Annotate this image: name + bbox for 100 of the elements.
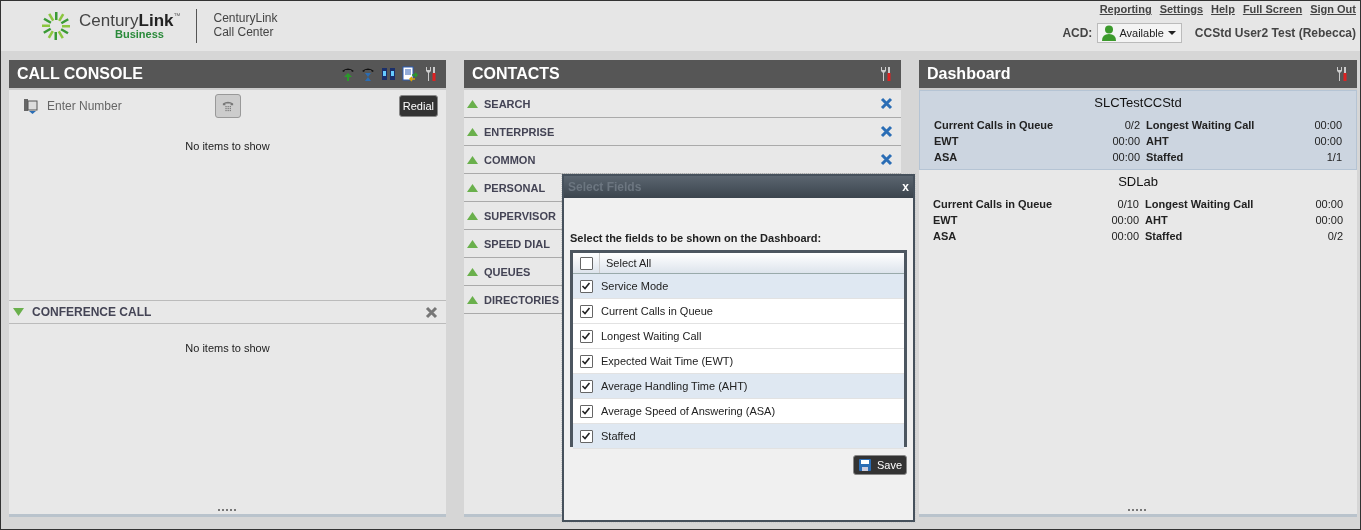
close-button[interactable]: x (902, 180, 909, 194)
field-label: Current Calls in Queue (600, 305, 713, 317)
phone-hourglass-icon[interactable] (361, 66, 375, 82)
section-title[interactable]: DIRECTORIES (484, 293, 559, 306)
logo-icon (41, 11, 71, 41)
stat-value: 1/1 (1325, 151, 1342, 163)
stat-label: ASA (933, 230, 958, 242)
section-title[interactable]: QUEUES (484, 265, 531, 278)
tools-icon[interactable] (1335, 66, 1349, 82)
stat-label: AHT (1146, 135, 1170, 147)
empty-message: No items to show (184, 140, 271, 152)
stat-label: Staffed (1146, 151, 1185, 163)
stat-value: 00:00 (1314, 214, 1343, 226)
stat-label: Current Calls in Queue (934, 119, 1055, 131)
checkbox[interactable] (579, 304, 593, 318)
section-title[interactable]: SUPERVISOR (484, 209, 556, 222)
stat-label: Staffed (1145, 230, 1184, 242)
field-label: Staffed (600, 430, 636, 442)
stat-label: ASA (934, 151, 959, 163)
section-title[interactable]: SEARCH (484, 97, 531, 110)
checkbox[interactable] (579, 404, 593, 418)
nav-link[interactable]: Sign Out (1310, 3, 1356, 15)
remove-icon[interactable] (880, 153, 893, 166)
queue-card[interactable]: SLCTestCCStd Current Calls in Queue 0/2 Longest Waiting Call 00:00 EWT 00:00 AHT 00:00 ASA 00:00 Staffed 1/1 (919, 90, 1357, 170)
section-title[interactable]: ENTERPRISE (484, 125, 555, 138)
contact-section-row[interactable]: SEARCH (464, 90, 901, 118)
field-row[interactable]: Staffed (573, 424, 904, 449)
checkbox[interactable] (579, 354, 593, 368)
field-label: Average Speed of Answering (ASA) (600, 405, 776, 417)
nav-link[interactable]: Settings (1159, 3, 1204, 15)
nav-link[interactable]: Reporting (1099, 3, 1152, 15)
user-name: CCStd User2 Test (Rebecca) (1194, 26, 1356, 40)
panel-title: Dashboard (927, 65, 1011, 83)
field-row[interactable]: Current Calls in Queue (573, 299, 904, 324)
brand-subtitle: Business (115, 29, 165, 40)
phone-icon (221, 99, 234, 113)
phone-arrow-icon[interactable] (341, 66, 355, 82)
queue-name: SLCTestCCStd (1093, 95, 1183, 110)
field-label: Expected Wait Time (EWT) (600, 355, 734, 367)
panel-title: CALL CONSOLE (17, 65, 143, 83)
section-title[interactable]: SPEED DIAL (484, 237, 550, 250)
stat-value: 00:00 (1110, 230, 1139, 242)
queue-name: SDLab (1117, 174, 1159, 189)
resize-handle-icon[interactable] (217, 509, 238, 512)
stat-value: 0/10 (1116, 198, 1139, 210)
person-icon (1102, 25, 1117, 41)
stat-value: 00:00 (1110, 214, 1139, 226)
checkbox[interactable] (579, 429, 593, 443)
stat-value: 0/2 (1123, 119, 1140, 131)
number-field[interactable]: Enter Number (45, 98, 199, 114)
stat-label: Longest Waiting Call (1146, 119, 1256, 131)
checkbox[interactable] (579, 379, 593, 393)
product-name: Call Center (213, 26, 275, 40)
stat-value: 00:00 (1314, 198, 1343, 210)
contact-section-row[interactable]: ENTERPRISE (464, 118, 901, 146)
checkbox[interactable] (579, 279, 593, 293)
checkbox[interactable] (579, 329, 593, 343)
save-button[interactable]: Save (852, 455, 907, 475)
field-label: Average Handling Time (AHT) (600, 380, 748, 392)
status-dropdown[interactable]: Available (1097, 23, 1182, 43)
section-title[interactable]: PERSONAL (484, 181, 546, 194)
stat-value: 00:00 (1111, 135, 1140, 147)
nav-link[interactable]: Help (1211, 3, 1235, 15)
caret-icon (1166, 30, 1177, 36)
instruction-text: Select the fields to be shown on the Dashboard: (570, 232, 823, 244)
product-name: CenturyLink (213, 12, 278, 26)
remove-icon[interactable] (880, 97, 893, 110)
remove-icon[interactable] (880, 125, 893, 138)
stat-label: EWT (933, 214, 959, 226)
acd-label: ACD: (1062, 26, 1093, 40)
stat-label: Longest Waiting Call (1145, 198, 1255, 210)
stat-value: 00:00 (1111, 151, 1140, 163)
binoculars-icon[interactable] (381, 66, 396, 82)
phone-book-icon[interactable] (23, 98, 39, 114)
panel-title: CONTACTS (472, 65, 560, 83)
section-title[interactable]: COMMON (484, 153, 536, 166)
field-label: Longest Waiting Call (600, 330, 702, 342)
stat-value: 00:00 (1313, 135, 1342, 147)
checkbox[interactable] (579, 256, 593, 270)
nav-link[interactable]: Full Screen (1242, 3, 1303, 15)
redial-button[interactable]: Redial (398, 95, 438, 117)
tools-icon[interactable] (424, 66, 438, 82)
field-row[interactable]: Average Handling Time (AHT) (573, 374, 904, 399)
field-row[interactable]: Longest Waiting Call (573, 324, 904, 349)
stat-value: 0/2 (1326, 230, 1343, 242)
document-arrows-icon[interactable] (402, 66, 418, 82)
resize-handle-icon[interactable] (1128, 509, 1148, 512)
stat-label: AHT (1145, 214, 1169, 226)
field-row[interactable]: Service Mode (573, 274, 904, 299)
stat-label: EWT (934, 135, 960, 147)
stat-value: 00:00 (1313, 119, 1342, 131)
dial-button[interactable] (214, 94, 241, 118)
section-title[interactable]: CONFERENCE CALL (32, 305, 152, 319)
field-label: Service Mode (600, 280, 669, 292)
empty-message: No items to show (184, 342, 271, 354)
remove-icon[interactable] (425, 305, 438, 319)
select-all-label[interactable]: Select All (599, 253, 652, 273)
stat-label: Current Calls in Queue (933, 198, 1054, 210)
queue-card[interactable]: SDLab Current Calls in Queue 0/10 Longest Waiting Call 00:00 EWT 00:00 AHT 00:00 ASA 00:00 Staffed 0/2 (919, 170, 1357, 248)
tools-icon[interactable] (879, 66, 893, 82)
